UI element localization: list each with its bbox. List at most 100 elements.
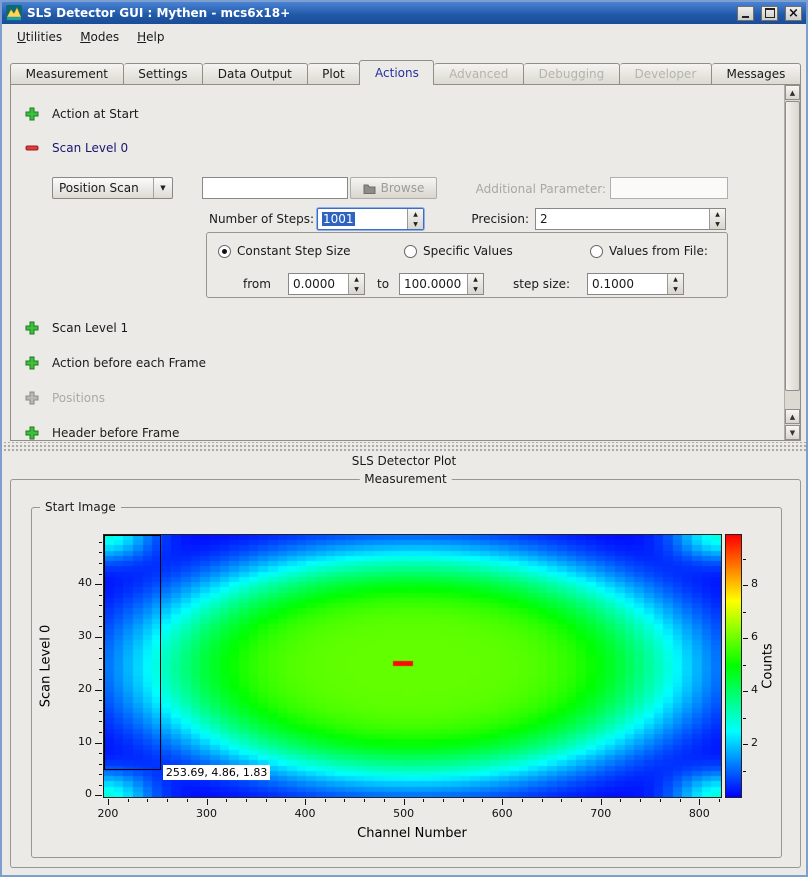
x-tick-label: 500 <box>384 807 424 820</box>
x-minor-tick <box>226 799 227 802</box>
tab-settings[interactable]: Settings <box>124 63 203 84</box>
y-minor-tick <box>99 563 102 564</box>
expander-scan-level-1[interactable]: Scan Level 1 <box>24 319 128 337</box>
radio-checked-icon[interactable] <box>218 245 231 258</box>
x-minor-tick <box>680 799 681 802</box>
menu-modes[interactable]: Modes <box>71 26 128 48</box>
y-minor-tick <box>99 764 102 765</box>
spin-up-icon[interactable] <box>468 274 483 284</box>
y-minor-tick <box>99 774 102 775</box>
spin-down-icon[interactable] <box>468 284 483 294</box>
number-of-steps-spinbox[interactable]: 1001 <box>317 208 424 230</box>
measurement-group-title: Measurement <box>359 472 451 486</box>
scroll-up-button-bottom[interactable] <box>785 409 800 424</box>
scan-mode-combobox[interactable]: Position Scan <box>52 177 173 199</box>
x-major-tick <box>601 799 602 805</box>
cb-minor-tick <box>743 665 746 666</box>
radio-unchecked-icon[interactable] <box>404 245 417 258</box>
x-tick-label: 400 <box>285 807 325 820</box>
spin-up-icon[interactable] <box>408 209 423 219</box>
selected-text: 1001 <box>322 212 355 226</box>
expand-plus-icon[interactable] <box>24 106 40 122</box>
tab-actions[interactable]: Actions <box>359 60 434 85</box>
expander-label: Action before each Frame <box>52 356 206 370</box>
y-major-tick <box>95 584 102 585</box>
cb-minor-tick <box>743 718 746 719</box>
y-minor-tick <box>99 595 102 596</box>
radio-label: Constant Step Size <box>237 244 351 258</box>
spin-down-icon[interactable] <box>668 284 683 294</box>
vertical-scrollbar[interactable] <box>784 85 800 440</box>
x-minor-tick <box>581 799 582 802</box>
expander-label: Scan Level 1 <box>52 321 128 335</box>
collapse-minus-icon[interactable] <box>24 140 40 156</box>
cursor-readout: 253.69, 4.86, 1.83 <box>163 765 270 780</box>
colorbar-title: Counts <box>761 643 776 688</box>
expander-label: Header before Frame <box>52 426 179 440</box>
cb-tick-label: 8 <box>751 577 771 590</box>
radio-values-from-file[interactable]: Values from File: <box>590 244 708 258</box>
scrollbar-thumb[interactable] <box>785 101 800 391</box>
scroll-up-button[interactable] <box>785 85 800 100</box>
spin-up-icon[interactable] <box>668 274 683 284</box>
menu-utilities[interactable]: Utilities <box>8 26 71 48</box>
spin-down-icon[interactable] <box>408 219 423 229</box>
y-minor-tick <box>99 679 102 680</box>
close-button[interactable] <box>785 6 802 21</box>
spin-up-icon[interactable] <box>349 274 364 284</box>
x-minor-tick <box>482 799 483 802</box>
x-tick-label: 200 <box>88 807 128 820</box>
radio-specific-values[interactable]: Specific Values <box>404 244 513 258</box>
maximize-button[interactable] <box>761 6 778 21</box>
browse-button: Browse <box>350 177 437 199</box>
y-minor-tick <box>99 785 102 786</box>
start-image-groupbox: Start Image 253.69, 4.86, 1.83 Channel N… <box>31 507 782 858</box>
cb-major-tick <box>743 638 748 639</box>
expand-plus-icon[interactable] <box>24 320 40 336</box>
y-minor-tick <box>99 700 102 701</box>
titlebar[interactable]: SLS Detector GUI : Mythen - mcs6x18+ <box>2 2 806 24</box>
scan-script-input[interactable] <box>202 177 348 199</box>
heatmap-canvas[interactable] <box>104 535 721 797</box>
expander-scan-level-0[interactable]: Scan Level 0 <box>24 139 128 157</box>
expand-plus-icon[interactable] <box>24 425 40 441</box>
y-minor-tick <box>99 721 102 722</box>
cb-major-tick <box>743 744 748 745</box>
spin-down-icon[interactable] <box>710 219 725 229</box>
x-minor-tick <box>167 799 168 802</box>
tab-developer: Developer <box>620 63 712 84</box>
cb-minor-tick <box>743 612 746 613</box>
spin-up-icon[interactable] <box>710 209 725 219</box>
y-tick-label: 20 <box>60 682 92 695</box>
y-minor-tick <box>99 552 102 553</box>
minimize-button[interactable] <box>737 6 754 21</box>
x-tick-label: 600 <box>482 807 522 820</box>
y-tick-label: 10 <box>60 735 92 748</box>
step-size-spinbox[interactable]: 0.1000 <box>587 273 684 295</box>
from-spinbox[interactable]: 0.0000 <box>288 273 365 295</box>
expand-plus-icon-disabled <box>24 390 40 406</box>
step-size-label: step size: <box>513 277 570 291</box>
tab-plot[interactable]: Plot <box>308 63 361 84</box>
expander-header-before-frame[interactable]: Header before Frame <box>24 424 179 441</box>
tab-measurement[interactable]: Measurement <box>10 63 124 84</box>
expander-action-before-frame[interactable]: Action before each Frame <box>24 354 206 372</box>
tab-messages[interactable]: Messages <box>712 63 801 84</box>
to-spinbox[interactable]: 100.0000 <box>399 273 484 295</box>
chevron-down-icon[interactable] <box>153 178 172 198</box>
x-minor-tick <box>463 799 464 802</box>
expand-plus-icon[interactable] <box>24 355 40 371</box>
additional-parameter-input <box>610 177 728 199</box>
precision-spinbox[interactable]: 2 <box>535 208 726 230</box>
precision-label: Precision: <box>451 212 529 226</box>
radio-unchecked-icon[interactable] <box>590 245 603 258</box>
menu-help[interactable]: Help <box>128 26 173 48</box>
scroll-down-button[interactable] <box>785 425 800 440</box>
expander-action-at-start[interactable]: Action at Start <box>24 105 139 123</box>
tab-data-output[interactable]: Data Output <box>203 63 307 84</box>
spin-down-icon[interactable] <box>349 284 364 294</box>
x-minor-tick <box>246 799 247 802</box>
x-minor-tick <box>719 799 720 802</box>
radio-constant-step-size[interactable]: Constant Step Size <box>218 244 351 258</box>
splitter-handle[interactable] <box>2 442 806 453</box>
